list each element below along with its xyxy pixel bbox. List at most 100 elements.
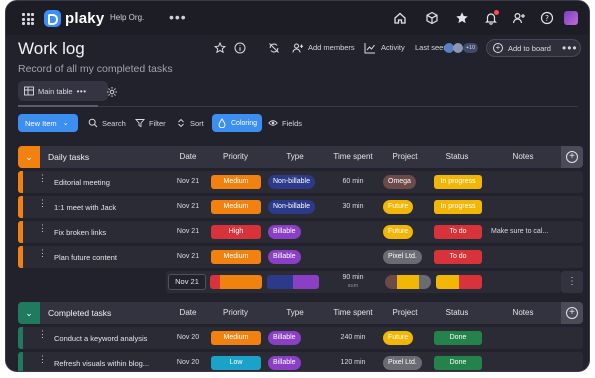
tab-main-table[interactable]: Main table ••• [18, 81, 108, 101]
date-cell[interactable]: Nov 20 [168, 334, 208, 341]
fields-button[interactable]: Fields [268, 118, 302, 128]
row-menu-icon[interactable]: ⋮ [38, 330, 47, 339]
date-cell[interactable]: Nov 21 [168, 178, 208, 185]
column-header-status[interactable]: Status [430, 152, 484, 161]
date-cell[interactable]: Nov 21 [168, 203, 208, 210]
group-name[interactable]: Daily tasks [48, 152, 89, 162]
coloring-button[interactable]: Coloring [212, 114, 262, 132]
item-name[interactable]: Editorial meeting [54, 178, 110, 187]
help-icon[interactable]: ? [539, 10, 555, 26]
priority-label[interactable]: High [211, 225, 261, 239]
type-label[interactable]: Non-billable [268, 175, 315, 189]
collapse-group-chevron-icon[interactable]: ⌄ [18, 302, 40, 324]
project-label[interactable]: Pixel Ltd. [383, 356, 422, 370]
date-cell[interactable]: Nov 21 [168, 253, 208, 260]
collapse-group-chevron-icon[interactable]: ⌄ [18, 146, 40, 168]
new-item-button[interactable]: New Item ⌄ [18, 114, 78, 132]
column-header-priority[interactable]: Priority [208, 152, 263, 161]
more-viewers-badge[interactable]: +10 [463, 43, 478, 53]
date-summary[interactable]: Nov 21 [168, 274, 206, 290]
notifications-bell-icon[interactable] [483, 10, 499, 26]
row-menu-icon[interactable]: ⋮ [38, 224, 47, 233]
priority-label[interactable]: Medium [211, 175, 261, 189]
add-members-icon[interactable] [292, 41, 306, 55]
type-label[interactable]: Non-billable [268, 200, 315, 214]
activity-button[interactable]: Activity [381, 43, 405, 52]
column-header-date[interactable]: Date [168, 308, 208, 317]
status-label[interactable]: In progress [434, 200, 482, 214]
type-label[interactable]: Billable [268, 225, 301, 239]
priority-distribution-bar[interactable] [210, 275, 262, 289]
table-row[interactable]: ⋮ 1:1 meet with Jack Nov 21 Medium Non-b… [18, 196, 583, 218]
project-label[interactable]: Omega [383, 175, 416, 189]
sync-off-icon[interactable] [268, 41, 282, 55]
favorite-star-icon[interactable] [213, 41, 228, 55]
summary-more-icon[interactable]: ⋮ [561, 271, 583, 293]
app-grid-icon[interactable] [22, 13, 34, 25]
column-header-time-spent[interactable]: Time spent [326, 308, 380, 317]
row-menu-icon[interactable]: ⋮ [38, 199, 47, 208]
column-header-date[interactable]: Date [168, 152, 208, 161]
time-spent-cell[interactable]: 240 min [326, 334, 380, 341]
filter-button[interactable]: Filter [135, 118, 166, 128]
item-name[interactable]: Refresh visuals within blog... [54, 359, 149, 368]
priority-label[interactable]: Low [211, 356, 261, 370]
time-spent-cell[interactable]: 120 min [326, 359, 380, 366]
add-column-button[interactable]: + [561, 302, 583, 324]
column-header-notes[interactable]: Notes [484, 152, 562, 161]
project-label[interactable]: Pixel Ltd. [383, 250, 422, 264]
status-label[interactable]: To do [434, 225, 482, 239]
column-header-project[interactable]: Project [380, 152, 430, 161]
add-column-button[interactable]: + [561, 146, 583, 168]
activity-chart-icon[interactable] [364, 41, 378, 55]
project-label[interactable]: Future [383, 225, 414, 239]
more-options-icon[interactable]: ••• [169, 9, 187, 25]
column-header-type[interactable]: Type [264, 152, 326, 161]
table-row[interactable]: ⋮ Conduct a keyword analysis Nov 20 Medi… [18, 327, 583, 349]
item-name[interactable]: Conduct a keyword analysis [54, 334, 147, 343]
time-spent-cell[interactable]: 30 min [326, 203, 380, 210]
priority-label[interactable]: Medium [211, 331, 261, 345]
row-menu-icon[interactable]: ⋮ [38, 249, 47, 258]
add-members-button[interactable]: Add members [308, 43, 355, 52]
status-label[interactable]: In progress [434, 175, 482, 189]
home-icon[interactable] [392, 10, 408, 26]
invite-user-icon[interactable] [511, 10, 527, 26]
type-distribution-bar[interactable] [267, 275, 319, 289]
board-more-options-icon[interactable]: ••• [562, 41, 578, 55]
status-label[interactable]: To do [434, 250, 482, 264]
group-name[interactable]: Completed tasks [48, 308, 111, 318]
column-header-priority[interactable]: Priority [208, 308, 263, 317]
column-header-status[interactable]: Status [430, 308, 484, 317]
project-distribution-bar[interactable] [385, 275, 431, 289]
sort-button[interactable]: Sort [176, 118, 204, 128]
column-header-time-spent[interactable]: Time spent [326, 152, 380, 161]
column-header-notes[interactable]: Notes [484, 308, 562, 317]
user-avatar[interactable] [564, 11, 578, 25]
row-menu-icon[interactable]: ⋮ [38, 174, 47, 183]
notes-cell[interactable]: Make sure to cal... [491, 228, 548, 235]
status-label[interactable]: Done [434, 331, 482, 345]
time-spent-cell[interactable]: 60 min [326, 178, 380, 185]
column-header-project[interactable]: Project [380, 308, 430, 317]
project-label[interactable]: Future [383, 200, 414, 214]
view-options-icon[interactable]: ••• [77, 87, 87, 96]
item-name[interactable]: 1:1 meet with Jack [54, 203, 116, 212]
status-distribution-bar[interactable] [436, 275, 482, 289]
organization-name[interactable]: Help Org. [110, 13, 144, 22]
type-label[interactable]: Billable [268, 250, 301, 264]
item-name[interactable]: Fix broken links [54, 228, 106, 237]
info-icon[interactable] [234, 41, 248, 55]
date-cell[interactable]: Nov 20 [168, 359, 208, 366]
type-label[interactable]: Billable [268, 356, 301, 370]
cube-icon[interactable] [424, 10, 440, 26]
date-cell[interactable]: Nov 21 [168, 228, 208, 235]
status-label[interactable]: Done [434, 356, 482, 370]
table-row[interactable]: ⋮ Fix broken links Nov 21 High Billable … [18, 221, 583, 243]
viewer-avatar[interactable] [453, 43, 463, 53]
table-row[interactable]: ⋮ Plan future content Nov 21 Medium Bill… [18, 246, 583, 268]
row-menu-icon[interactable]: ⋮ [38, 355, 47, 364]
brand-logo[interactable]: plaky [44, 10, 104, 27]
board-description[interactable]: Record of all my completed tasks [18, 63, 173, 75]
table-row[interactable]: ⋮ Editorial meeting Nov 21 Medium Non-bi… [18, 171, 583, 193]
